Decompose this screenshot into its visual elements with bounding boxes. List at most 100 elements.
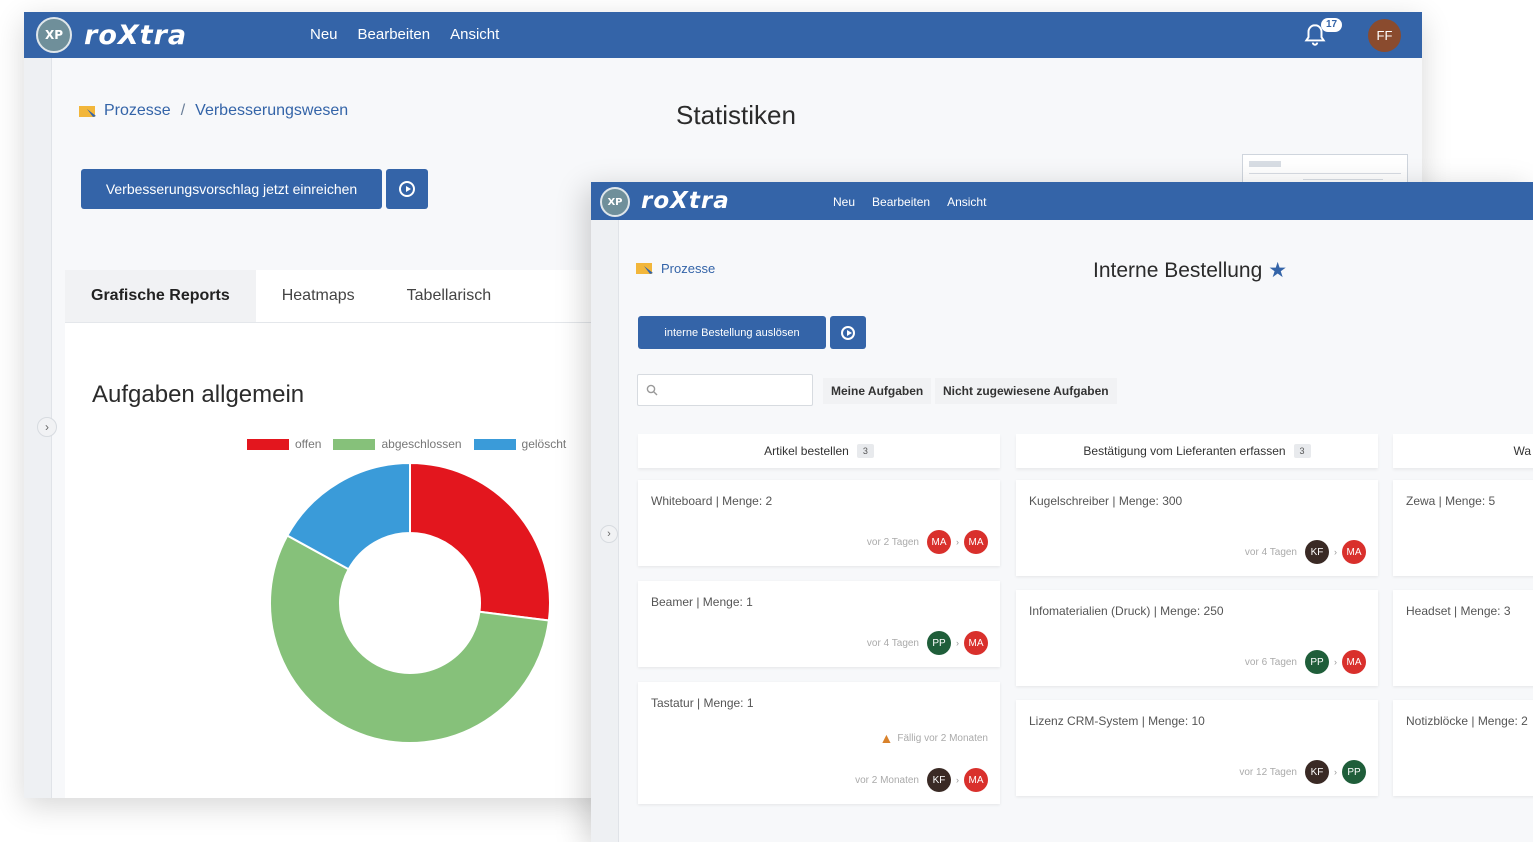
kanban-card[interactable]: Tastatur | Menge: 1 ▲ Fällig vor 2 Monat… — [638, 682, 1000, 804]
app-logo-text[interactable]: roXtra — [641, 188, 730, 214]
kanban-column-header: Bestätigung vom Lieferanten erfassen 3 — [1016, 434, 1378, 468]
order-window: XP roXtra Neu Bearbeiten Ansicht › Proze… — [591, 182, 1533, 842]
report-title: Aufgaben allgemein — [92, 381, 305, 408]
app-logo-text[interactable]: roXtra — [84, 20, 187, 51]
due-warning: ▲ Fällig vor 2 Monaten — [880, 730, 988, 746]
card-title: Tastatur | Menge: 1 — [651, 696, 754, 710]
legend-swatch-abgeschlossen — [333, 438, 376, 450]
card-age: vor 2 Monaten — [855, 774, 919, 786]
avatar[interactable]: MA — [964, 631, 988, 655]
report-panel: Aufgaben allgemein offen abgeschlossen g… — [65, 323, 625, 798]
main-menu: Neu Bearbeiten Ansicht — [833, 195, 986, 209]
avatar[interactable]: KF — [927, 768, 951, 792]
breadcrumb-separator: / — [180, 102, 186, 119]
warning-icon: ▲ — [879, 730, 894, 746]
donut-chart — [269, 461, 551, 744]
report-tabs: Grafische Reports Heatmaps Tabellarisch — [65, 270, 625, 323]
kanban-card[interactable]: Notizblöcke | Menge: 2 — [1393, 700, 1533, 796]
breadcrumb-prozesse[interactable]: Prozesse — [104, 102, 171, 120]
sidebar-expand-chevron-icon[interactable]: › — [600, 525, 618, 543]
handover-arrow-icon: › — [956, 638, 959, 648]
card-meta: vor 2 Tagen MA › MA — [867, 530, 988, 554]
search-input[interactable] — [664, 383, 804, 397]
submit-improvement-button[interactable]: Verbesserungsvorschlag jetzt einreichen — [81, 169, 382, 209]
avatar[interactable]: PP — [1342, 760, 1366, 784]
avatar[interactable]: KF — [1305, 760, 1329, 784]
card-title: Headset | Menge: 3 — [1406, 604, 1511, 618]
menu-neu[interactable]: Neu — [310, 26, 338, 43]
process-folder-icon — [636, 263, 653, 274]
tab-grafische-reports[interactable]: Grafische Reports — [65, 270, 256, 322]
notification-count-badge: 17 — [1321, 18, 1343, 32]
kanban-card[interactable]: Infomaterialien (Druck) | Menge: 250 vor… — [1016, 590, 1378, 686]
kanban-card[interactable]: Headset | Menge: 3 — [1393, 590, 1533, 686]
legend-swatch-offen — [247, 438, 289, 450]
card-title: Whiteboard | Menge: 2 — [651, 494, 773, 508]
handover-arrow-icon: › — [1334, 547, 1337, 557]
page-title: Interne Bestellung ★ — [1093, 258, 1287, 283]
menu-ansicht[interactable]: Ansicht — [947, 195, 986, 209]
menu-bearbeiten[interactable]: Bearbeiten — [358, 26, 431, 43]
page-title: Statistiken — [676, 100, 796, 130]
due-text: Fällig vor 2 Monaten — [897, 732, 988, 744]
card-title: Notizblöcke | Menge: 2 — [1406, 714, 1528, 728]
card-age: vor 12 Tagen — [1239, 766, 1297, 778]
tab-tabellarisch[interactable]: Tabellarisch — [381, 270, 517, 322]
card-title: Zewa | Menge: 5 — [1406, 494, 1496, 508]
handover-arrow-icon: › — [956, 537, 959, 547]
sidebar-expand-chevron-icon[interactable]: › — [37, 417, 57, 437]
card-age: vor 4 Tagen — [1244, 546, 1297, 558]
avatar[interactable]: MA — [964, 768, 988, 792]
handover-arrow-icon: › — [1334, 657, 1337, 667]
card-meta: vor 4 Tagen PP › MA — [867, 631, 988, 655]
card-meta: vor 2 Monaten KF › MA — [855, 768, 988, 792]
avatar[interactable]: MA — [964, 530, 988, 554]
kanban-card[interactable]: Kugelschreiber | Menge: 300 vor 4 Tagen … — [1016, 480, 1378, 576]
play-circle-icon — [841, 325, 855, 340]
kanban-column-header: Wa — [1393, 434, 1533, 468]
kanban-card[interactable]: Beamer | Menge: 1 vor 4 Tagen PP › MA — [638, 581, 1000, 667]
top-navigation-bar: XP roXtra Neu Bearbeiten Ansicht 17 FF — [24, 12, 1422, 58]
kanban-card[interactable]: Whiteboard | Menge: 2 vor 2 Tagen MA › M… — [638, 480, 1000, 566]
card-title: Lizenz CRM-System | Menge: 10 — [1029, 714, 1205, 728]
avatar[interactable]: MA — [1342, 540, 1366, 564]
card-meta: vor 6 Tagen PP › MA — [1245, 650, 1366, 674]
app-logo-badge[interactable]: XP — [36, 17, 72, 53]
column-count-badge: 3 — [1293, 444, 1311, 458]
avatar[interactable]: PP — [1305, 650, 1329, 674]
avatar[interactable]: KF — [1305, 540, 1329, 564]
page-title-text: Interne Bestellung — [1093, 258, 1263, 282]
kanban-column-header: Artikel bestellen 3 — [638, 434, 1000, 468]
favorite-star-icon[interactable]: ★ — [1268, 258, 1287, 283]
trigger-order-button[interactable]: interne Bestellung auslösen — [638, 316, 826, 349]
column-title: Artikel bestellen — [764, 444, 849, 458]
menu-ansicht[interactable]: Ansicht — [450, 26, 499, 43]
donut-slice-offen[interactable] — [409, 461, 551, 622]
start-process-button[interactable] — [830, 316, 866, 349]
tab-heatmaps[interactable]: Heatmaps — [256, 270, 381, 322]
kanban-card[interactable]: Lizenz CRM-System | Menge: 10 vor 12 Tag… — [1016, 700, 1378, 796]
card-title: Beamer | Menge: 1 — [651, 595, 753, 609]
avatar[interactable]: PP — [927, 631, 951, 655]
avatar[interactable]: MA — [1342, 650, 1366, 674]
legend-label-abgeschlossen[interactable]: abgeschlossen — [381, 437, 461, 451]
breadcrumb-prozesse[interactable]: Prozesse — [661, 261, 715, 276]
card-title: Kugelschreiber | Menge: 300 — [1029, 494, 1183, 508]
filter-my-tasks-button[interactable]: Meine Aufgaben — [823, 378, 932, 404]
task-search-field[interactable] — [637, 374, 813, 406]
card-meta: vor 4 Tagen KF › MA — [1245, 540, 1366, 564]
top-navigation-bar: XP roXtra Neu Bearbeiten Ansicht — [591, 182, 1533, 220]
handover-arrow-icon: › — [1334, 767, 1337, 777]
start-process-button[interactable] — [386, 169, 428, 209]
filter-unassigned-tasks-button[interactable]: Nicht zugewiesene Aufgaben — [935, 378, 1117, 404]
legend-label-geloescht[interactable]: gelöscht — [522, 437, 567, 451]
user-avatar[interactable]: FF — [1368, 19, 1401, 52]
app-logo-badge[interactable]: XP — [600, 187, 630, 217]
menu-neu[interactable]: Neu — [833, 195, 855, 209]
play-circle-icon — [399, 181, 415, 197]
avatar[interactable]: MA — [927, 530, 951, 554]
breadcrumb-verbesserungswesen[interactable]: Verbesserungswesen — [195, 102, 348, 120]
legend-label-offen[interactable]: offen — [295, 437, 321, 451]
kanban-card[interactable]: Zewa | Menge: 5 — [1393, 480, 1533, 576]
menu-bearbeiten[interactable]: Bearbeiten — [872, 195, 930, 209]
